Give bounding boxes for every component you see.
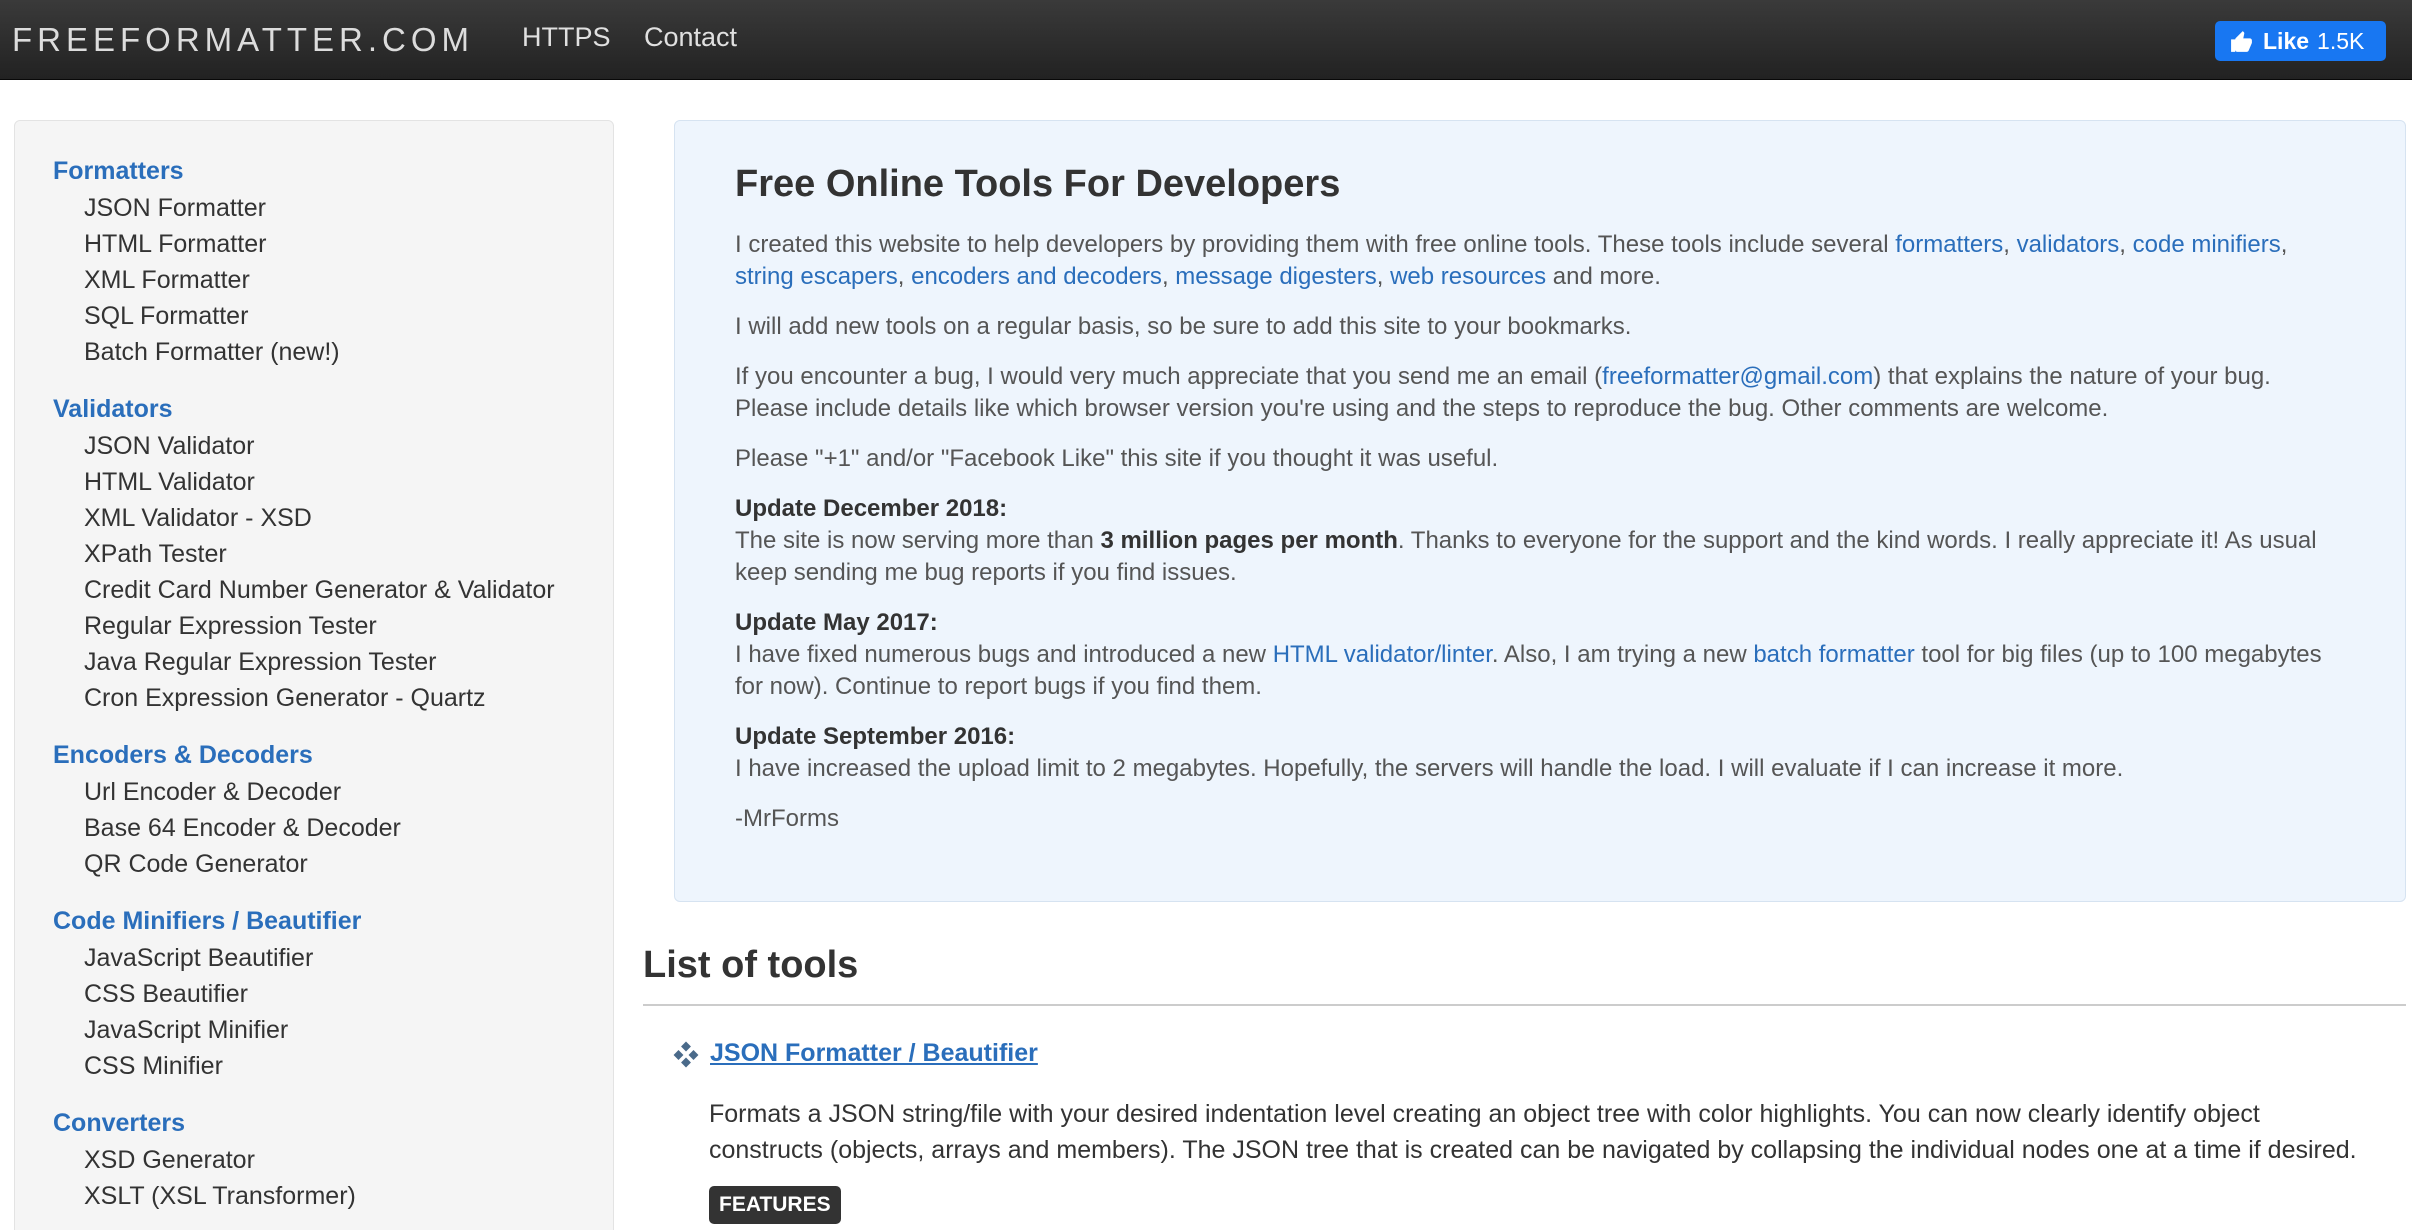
sidebar-item-html-validator[interactable]: HTML Validator [84, 465, 555, 501]
sidebar-heading-formatters[interactable]: Formatters [53, 155, 340, 191]
brand-logo-link[interactable]: FREEFORMATTER.COM [12, 21, 474, 59]
sidebar-item-sql-formatter[interactable]: SQL Formatter [84, 299, 340, 335]
sidebar-item-js-minifier[interactable]: JavaScript Minifier [84, 1013, 361, 1049]
sidebar-item-regex-tester[interactable]: Regular Expression Tester [84, 609, 555, 645]
sidebar-item-html-formatter[interactable]: HTML Formatter [84, 227, 340, 263]
like-count: 1.5K [2317, 27, 2365, 54]
nav-link-https[interactable]: HTTPS [522, 22, 611, 53]
tool-description: Formats a JSON string/file with your des… [709, 1100, 2357, 1164]
sidebar-item-xml-formatter[interactable]: XML Formatter [84, 263, 340, 299]
link-web-resources[interactable]: web resources [1390, 263, 1546, 290]
email-link[interactable]: freeformatter@gmail.com [1602, 363, 1873, 390]
intro-p1-text: I created this website to help developer… [735, 231, 1896, 258]
sidebar-item-xsd-generator[interactable]: XSD Generator [84, 1143, 356, 1179]
sidebar-group-encoders: Encoders & Decoders Url Encoder & Decode… [53, 739, 401, 883]
update-title: Update May 2017: [735, 609, 938, 636]
sidebar-heading-validators[interactable]: Validators [53, 393, 555, 429]
sidebar-heading-minifiers[interactable]: Code Minifiers / Beautifier [53, 905, 361, 941]
sidebar-item-xslt-transformer[interactable]: XSLT (XSL Transformer) [84, 1179, 356, 1215]
facebook-like-button[interactable]: Like 1.5K [2215, 21, 2386, 61]
sidebar-item-base64-encoder[interactable]: Base 64 Encoder & Decoder [84, 811, 401, 847]
sidebar-item-json-validator[interactable]: JSON Validator [84, 429, 555, 465]
sidebar-heading-encoders[interactable]: Encoders & Decoders [53, 739, 401, 775]
update-title: Update December 2018: [735, 495, 1008, 522]
sidebar-item-css-beautifier[interactable]: CSS Beautifier [84, 977, 361, 1013]
link-validators[interactable]: validators [2017, 231, 2120, 258]
update-title: Update September 2016: [735, 723, 1016, 750]
update-september-2016: Update September 2016: I have increased t… [735, 721, 2335, 785]
sidebar-group-validators: Validators JSON Validator HTML Validator… [53, 393, 555, 717]
thumbs-up-icon [2231, 30, 2252, 52]
sidebar-heading-converters[interactable]: Converters [53, 1107, 356, 1143]
sidebar-nav: Formatters JSON Formatter HTML Formatter… [14, 120, 614, 1230]
signature: -MrForms [735, 805, 839, 832]
sidebar-item-css-minifier[interactable]: CSS Minifier [84, 1049, 361, 1085]
sidebar-group-minifiers: Code Minifiers / Beautifier JavaScript B… [53, 905, 361, 1085]
sidebar-group-formatters: Formatters JSON Formatter HTML Formatter… [53, 155, 340, 371]
link-code-minifiers[interactable]: code minifiers [2133, 231, 2281, 258]
intro-panel: Free Online Tools For Developers I creat… [674, 120, 2406, 902]
intro-paragraph-tools: I created this website to help developer… [735, 231, 2288, 290]
sidebar-item-cron-generator[interactable]: Cron Expression Generator - Quartz [84, 681, 555, 717]
sidebar-item-qr-generator[interactable]: QR Code Generator [84, 847, 401, 883]
sidebar-item-url-encoder[interactable]: Url Encoder & Decoder [84, 775, 401, 811]
sidebar-item-java-regex-tester[interactable]: Java Regular Expression Tester [84, 645, 555, 681]
sidebar-item-json-formatter[interactable]: JSON Formatter [84, 191, 340, 227]
tool-link-json-formatter[interactable]: JSON Formatter / Beautifier [710, 1039, 1038, 1068]
list-of-tools-heading: List of tools [643, 944, 859, 986]
link-string-escapers[interactable]: string escapers [735, 263, 898, 290]
update-december-2018: Update December 2018: The site is now ser… [735, 493, 2335, 589]
sidebar-group-converters: Converters XSD Generator XSLT (XSL Trans… [53, 1107, 356, 1215]
sidebar-item-js-beautifier[interactable]: JavaScript Beautifier [84, 941, 361, 977]
link-encoders-decoders[interactable]: encoders and decoders [911, 263, 1162, 290]
intro-paragraph-like: Please "+1" and/or "Facebook Like" this … [735, 445, 1499, 472]
top-navbar: FREEFORMATTER.COM HTTPS Contact Like 1.5… [0, 0, 2412, 80]
link-html-validator-linter[interactable]: HTML validator/linter [1273, 641, 1492, 668]
sidebar-item-batch-formatter[interactable]: Batch Formatter (new!) [84, 335, 340, 371]
intro-paragraph-bugs: If you encounter a bug, I would very muc… [735, 363, 2271, 422]
like-label: Like [2263, 27, 2310, 54]
link-formatters[interactable]: formatters [1895, 231, 2003, 258]
nav-link-contact[interactable]: Contact [644, 22, 737, 53]
divider [643, 1004, 2406, 1006]
link-batch-formatter[interactable]: batch formatter [1753, 641, 1914, 668]
link-message-digesters[interactable]: message digesters [1175, 263, 1376, 290]
features-badge: FEATURES [709, 1186, 841, 1224]
intro-paragraph-bookmarks: I will add new tools on a regular basis,… [735, 313, 1632, 340]
sidebar-item-xml-validator[interactable]: XML Validator - XSD [84, 501, 555, 537]
sidebar-item-credit-card[interactable]: Credit Card Number Generator & Validator [84, 573, 555, 609]
diamond-bullet-icon [673, 1041, 699, 1068]
intro-title: Free Online Tools For Developers [735, 163, 1341, 205]
update-may-2017: Update May 2017: I have fixed numerous bu… [735, 607, 2335, 703]
sidebar-item-xpath-tester[interactable]: XPath Tester [84, 537, 555, 573]
